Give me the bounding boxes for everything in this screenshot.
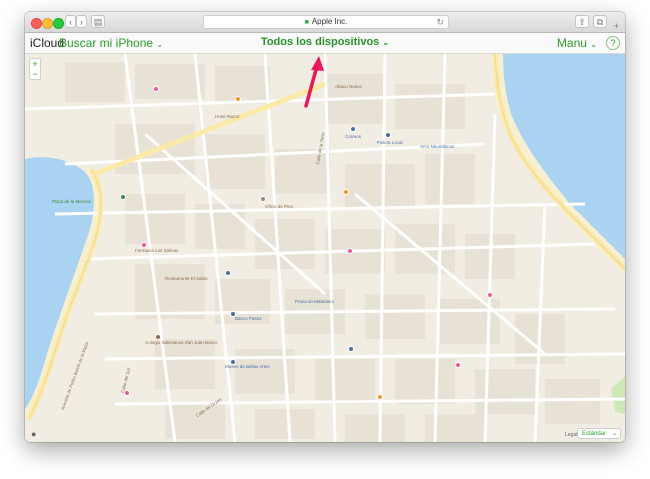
poi-marker[interactable]: [487, 292, 493, 298]
app-header: iCloud Buscar mi iPhone ⌄ Todos los disp…: [25, 33, 625, 54]
zoom-window-button[interactable]: [53, 18, 64, 29]
chevron-down-icon: ⌄: [590, 40, 597, 49]
sidebar-icon[interactable]: ▤: [91, 15, 105, 28]
poi-marker[interactable]: [377, 394, 383, 400]
zoom-out-button[interactable]: −: [30, 69, 40, 79]
map-type-selector[interactable]: Estándar ⌄: [577, 428, 621, 439]
poi-marker[interactable]: [153, 86, 159, 92]
map-label: Restaurante El Salao: [165, 276, 208, 281]
legal-link[interactable]: Legal: [565, 432, 577, 438]
map-label: Abaco Nuevo: [335, 84, 363, 89]
map-label: Arco Neumáticos: [420, 144, 455, 149]
poi-marker[interactable]: [343, 189, 349, 195]
poi-marker[interactable]: [120, 194, 126, 200]
lock-icon: ■: [304, 19, 309, 26]
share-icon[interactable]: ⇪: [575, 15, 589, 28]
map-label: Banco Pastor: [235, 316, 263, 321]
map-label: Colegio Salesianos San Juan Bosco: [145, 340, 218, 345]
map-view[interactable]: + − Plaza de la Merced Arco Neumáticos C…: [25, 54, 625, 442]
poi-marker[interactable]: [350, 126, 356, 132]
map-label: Policía Local: [377, 140, 403, 145]
map-label: Plaza de la Merced: [52, 199, 91, 204]
address-text: Apple Inc.: [311, 17, 348, 26]
user-name: Manu: [556, 36, 587, 50]
map-label: Museo de Bellas Artes: [225, 364, 270, 369]
minimize-window-button[interactable]: [42, 18, 53, 29]
help-button[interactable]: ?: [606, 36, 620, 50]
map-label: Farmacia Las Salinas: [135, 248, 179, 253]
back-icon[interactable]: ‹: [65, 15, 76, 28]
poi-marker[interactable]: [347, 248, 353, 254]
apple-logo-icon: ●: [31, 429, 37, 439]
browser-toolbar: ‹ › ▤ ■ Apple Inc. ↻ ⇪ ⧉ +: [25, 12, 625, 33]
devices-menu[interactable]: Todos los dispositivos ⌄: [25, 36, 625, 48]
poi-marker[interactable]: [235, 96, 241, 102]
close-window-button[interactable]: [31, 18, 42, 29]
address-bar[interactable]: ■ Apple Inc. ↻: [203, 15, 449, 29]
chevron-down-icon: ⌄: [382, 38, 390, 47]
poi-marker[interactable]: [348, 346, 354, 352]
reload-icon[interactable]: ↻: [436, 16, 444, 28]
zoom-in-button[interactable]: +: [30, 59, 40, 69]
poi-marker[interactable]: [260, 196, 266, 202]
poi-marker[interactable]: [385, 132, 391, 138]
map-label: Oficio de Pino: [265, 204, 294, 209]
map-type-label: Estándar: [582, 431, 607, 437]
tabs-icon[interactable]: ⧉: [593, 15, 607, 28]
forward-icon[interactable]: ›: [76, 15, 87, 28]
user-menu[interactable]: Manu ⌄: [557, 36, 597, 50]
zoom-control[interactable]: + −: [29, 58, 41, 80]
chevron-down-icon: ⌄: [611, 431, 617, 437]
new-tab-icon[interactable]: +: [611, 20, 622, 33]
devices-label: Todos los dispositivos: [260, 36, 380, 48]
map-canvas[interactable]: [25, 54, 625, 442]
browser-window: ‹ › ▤ ■ Apple Inc. ↻ ⇪ ⧉ + iCloud Buscar …: [25, 12, 625, 442]
poi-marker[interactable]: [455, 362, 461, 368]
map-label: Hotel Riazor: [215, 114, 240, 119]
map-label: Correos: [345, 134, 362, 139]
poi-marker[interactable]: [225, 270, 231, 276]
map-label: Praza do Matadoiro: [295, 299, 335, 304]
